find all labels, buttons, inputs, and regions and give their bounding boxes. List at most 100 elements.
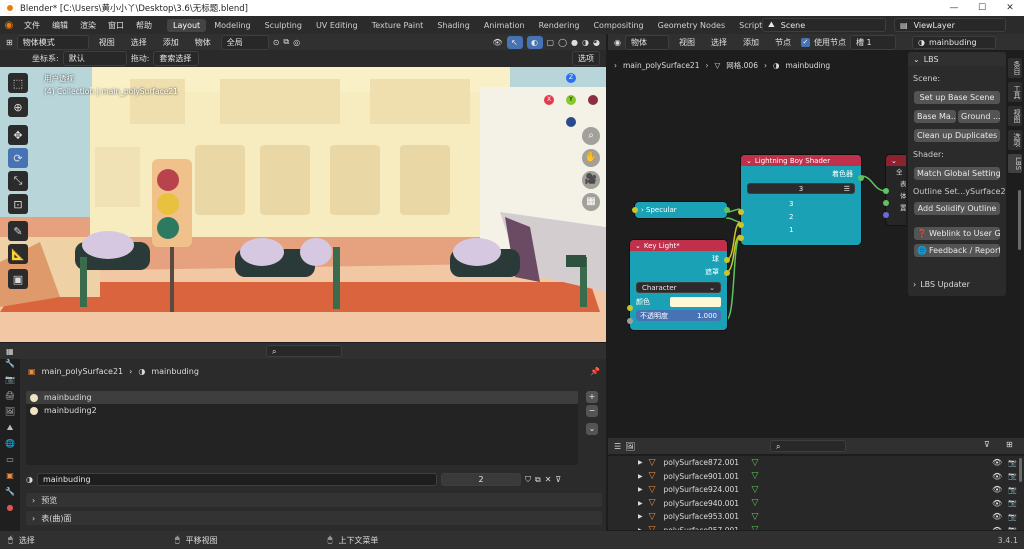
slot-menu-button[interactable]: ⌄: [586, 423, 598, 435]
navigation-gizmo[interactable]: Z X Y: [540, 71, 606, 131]
menu-file[interactable]: 文件: [18, 20, 46, 31]
perspective-toggle-icon[interactable]: ▦: [582, 193, 600, 211]
shading-rendered-icon[interactable]: ◕: [593, 38, 600, 47]
rotate-tool-icon[interactable]: ⟳: [8, 148, 28, 168]
panel-preview[interactable]: › 预览: [26, 493, 602, 507]
close-button[interactable]: ✕: [996, 0, 1024, 16]
lightning-boy-shader-node[interactable]: ⌄ Lightning Boy Shader 着色器 3 ☰ 3 2 1: [738, 155, 864, 245]
transform-orientation-dropdown[interactable]: 全局: [220, 34, 269, 50]
material-slot[interactable]: mainbuding2: [26, 404, 578, 417]
filter-icon[interactable]: ⊽: [555, 475, 561, 484]
outliner-item-name[interactable]: polySurface953.001: [664, 512, 746, 521]
gizmo-y-axis[interactable]: Y: [566, 95, 576, 105]
tab-layout[interactable]: Layout: [167, 18, 207, 32]
scene-selector[interactable]: ⛰ Scene: [762, 18, 886, 32]
expand-arrow-icon[interactable]: ▶: [638, 513, 643, 520]
camera-view-icon[interactable]: 🎥: [582, 171, 600, 189]
ground-button[interactable]: Ground ...: [958, 110, 1000, 123]
node-editor-type-icon[interactable]: ◉: [614, 38, 621, 47]
scale-tool-icon[interactable]: ⤡: [8, 171, 28, 191]
world-tab-icon[interactable]: 🌐: [0, 439, 20, 455]
display-mode-icon[interactable]: 🖼: [625, 442, 635, 451]
shading-solid-icon[interactable]: ●: [571, 38, 578, 47]
unlink-icon[interactable]: ✕: [545, 475, 552, 484]
sidebar-scrollbar[interactable]: [1018, 190, 1021, 250]
select-box-tool-icon[interactable]: ⬚: [8, 73, 28, 93]
sidebar-tab-options[interactable]: 选项: [1008, 130, 1022, 150]
tab-sculpting[interactable]: Sculpting: [259, 19, 308, 32]
modifier-tab-icon[interactable]: 🔧: [0, 487, 20, 503]
add-slot-button[interactable]: +: [586, 391, 598, 403]
pivot-icon[interactable]: ⊙: [273, 38, 280, 47]
duplicate-icon[interactable]: ⧉: [535, 475, 541, 485]
expand-arrow-icon[interactable]: ▶: [638, 486, 643, 493]
remove-slot-button[interactable]: −: [586, 405, 598, 417]
outliner-row[interactable]: ▶ ▽ polySurface957.001 ▽ 👁 📷: [608, 524, 1024, 530]
shader-type-dropdown[interactable]: 物体: [624, 34, 669, 50]
gizmo-negative-x[interactable]: [588, 95, 598, 105]
weblink-button[interactable]: ❓Weblink to User Gu...: [914, 227, 1000, 240]
key-light-node[interactable]: ⌄ Key Light* 球 遮罩 Character ⌄ 颜色 不透明度 1.00…: [627, 240, 730, 330]
fake-user-icon[interactable]: ⛉: [525, 475, 531, 485]
material-users-count[interactable]: 2: [440, 473, 521, 486]
outliner-row[interactable]: ▶ ▽ polySurface901.001 ▽ 👁 📷: [608, 470, 1024, 484]
expand-arrow-icon[interactable]: ▶: [638, 473, 643, 480]
key-light-output-socket-1[interactable]: [724, 257, 730, 263]
viewport-3d[interactable]: 用户透视 (4) Collection | main_polySurface21…: [0, 67, 606, 342]
sidebar-tab-lbs[interactable]: LBS: [1008, 154, 1022, 174]
shading-material-icon[interactable]: ◑: [582, 38, 589, 47]
node-menu-add[interactable]: 添加: [737, 37, 765, 48]
setup-base-scene-button[interactable]: Set up Base Scene: [914, 91, 1000, 104]
specular-node[interactable]: › Specular: [632, 202, 730, 218]
key-light-opacity-socket[interactable]: [627, 318, 633, 324]
menu-edit[interactable]: 编辑: [46, 20, 74, 31]
material-slot-selected[interactable]: mainbuding: [26, 391, 578, 404]
xray-icon[interactable]: ▢: [547, 38, 555, 47]
outliner-item-name[interactable]: polySurface940.001: [664, 499, 746, 508]
eye-icon[interactable]: 👁: [992, 526, 1002, 530]
sidebar-tab-view[interactable]: 视图: [1008, 106, 1022, 126]
maximize-button[interactable]: ☐: [968, 0, 996, 16]
viewport-menu-add[interactable]: 添加: [157, 37, 185, 48]
node-canvas[interactable]: › main_polySurface21 › ▽ 网格.006 › ◑ main…: [608, 50, 906, 436]
camera-icon[interactable]: 📷: [1008, 459, 1017, 467]
key-light-header[interactable]: ⌄ Key Light*: [630, 240, 727, 251]
camera-icon[interactable]: 📷: [1008, 526, 1017, 530]
lbs-updater-panel[interactable]: › LBS Updater: [908, 276, 1006, 292]
viewport-menu-object[interactable]: 物体: [189, 37, 217, 48]
material-browse-icon[interactable]: ◑: [26, 475, 33, 484]
key-light-opacity-field[interactable]: 不透明度 1.000: [636, 310, 721, 321]
base-material-button[interactable]: Base Ma...: [914, 110, 956, 123]
node-menu-node[interactable]: 节点: [769, 37, 797, 48]
sidebar-tab-item[interactable]: 条目: [1008, 58, 1022, 78]
viewport-menu-select[interactable]: 选择: [125, 37, 153, 48]
add-solidify-outline-button[interactable]: Add Solidify Outline: [914, 202, 1000, 215]
move-tool-icon[interactable]: ✥: [8, 125, 28, 145]
gizmo-negative-z[interactable]: [566, 117, 576, 127]
gizmo-x-axis[interactable]: X: [544, 95, 554, 105]
expand-arrow-icon[interactable]: ▶: [638, 459, 643, 466]
render-tab-icon[interactable]: 📷: [0, 375, 20, 391]
surface-input-socket[interactable]: [883, 188, 889, 194]
expand-arrow-icon[interactable]: ▶: [638, 500, 643, 507]
outliner-row[interactable]: ▶ ▽ polySurface940.001 ▽ 👁 📷: [608, 497, 1024, 511]
feedback-button[interactable]: 🌐Feedback / Report I...: [914, 244, 1000, 257]
camera-icon[interactable]: 📷: [1008, 472, 1017, 480]
tab-uv-editing[interactable]: UV Editing: [310, 19, 364, 32]
expand-arrow-icon[interactable]: ▶: [638, 527, 643, 530]
collection-tab-icon[interactable]: ▭: [0, 455, 20, 471]
lbs-input-socket-3[interactable]: [738, 209, 744, 215]
outliner-search[interactable]: ⌕: [770, 440, 846, 452]
specular-output-socket[interactable]: [724, 207, 730, 213]
new-collection-icon[interactable]: ⊞: [1006, 440, 1013, 449]
visibility-icon[interactable]: 👁: [492, 38, 502, 47]
pan-hand-icon[interactable]: ✋: [582, 149, 600, 167]
object-tab-icon[interactable]: ▣: [0, 471, 20, 487]
cursor-tool-icon[interactable]: ⊕: [8, 97, 28, 117]
tool-tab-icon[interactable]: 🔧: [0, 359, 20, 375]
lbs-output-socket[interactable]: [858, 175, 864, 181]
match-global-settings-button[interactable]: Match Global Settings: [914, 167, 1000, 180]
key-light-color-socket[interactable]: [627, 305, 633, 311]
editor-type-icon[interactable]: ⊞: [6, 38, 13, 47]
eye-icon[interactable]: 👁: [992, 512, 1002, 521]
